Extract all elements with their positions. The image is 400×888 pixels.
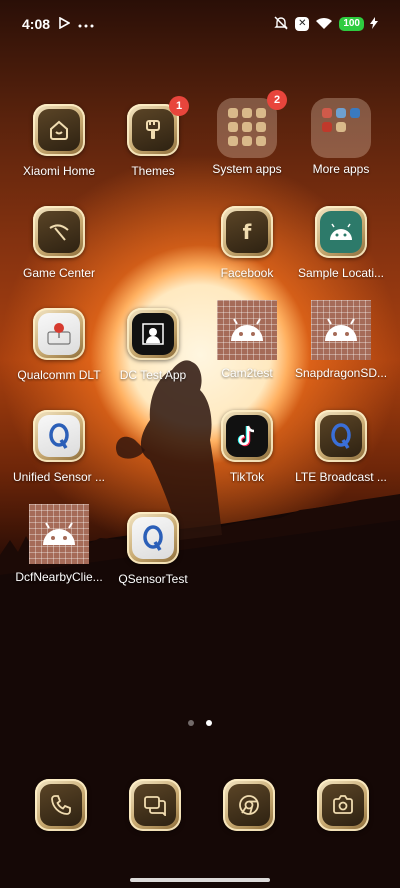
- app-sample-location[interactable]: Sample Locati...: [294, 206, 388, 280]
- app-label: More apps: [312, 162, 370, 176]
- app-label: Sample Locati...: [297, 266, 385, 280]
- game-center-icon: [33, 206, 85, 258]
- camera-icon[interactable]: [317, 779, 369, 831]
- status-time: 4:08: [22, 16, 51, 32]
- app-tiktok[interactable]: TikTok: [200, 410, 294, 484]
- status-bar: 4:08 ✕ 100: [0, 0, 400, 48]
- mute-bell-icon: [273, 15, 289, 34]
- battery-indicator: 100: [339, 17, 364, 31]
- paintbrush-icon: 1: [127, 96, 189, 156]
- qualcomm-q-icon: [315, 410, 367, 462]
- play-icon: [58, 16, 71, 32]
- qualcomm-q-icon: [127, 512, 179, 564]
- notification-badge: 1: [169, 96, 189, 116]
- app-label: LTE Broadcast ...: [295, 470, 387, 484]
- gesture-home-bar[interactable]: [130, 878, 270, 882]
- app-cam2test[interactable]: Cam2test: [200, 300, 294, 380]
- app-label: DcfNearbyClie...: [15, 570, 103, 584]
- wifi-icon: [315, 16, 333, 33]
- app-label: System apps: [212, 162, 282, 176]
- more-notifications-icon: [78, 16, 94, 32]
- app-game-center[interactable]: Game Center: [12, 206, 106, 280]
- app-unified-sensor[interactable]: Unified Sensor ...: [12, 410, 106, 484]
- app-label: Game Center: [22, 266, 96, 280]
- dock: [0, 779, 400, 831]
- person-icon: [127, 308, 179, 360]
- page-dot[interactable]: [188, 720, 194, 726]
- page-indicator[interactable]: [0, 720, 400, 726]
- folder-system-apps[interactable]: 2 System apps: [200, 90, 294, 176]
- app-label: DC Test App: [119, 368, 187, 382]
- app-snapdragonsd[interactable]: SnapdragonSD...: [294, 300, 388, 380]
- qualcomm-q-icon: [33, 410, 85, 462]
- app-label: Facebook: [220, 266, 274, 280]
- app-label: SnapdragonSD...: [294, 366, 388, 380]
- app-themes[interactable]: 1 Themes: [106, 96, 200, 178]
- app-label: TikTok: [229, 470, 265, 484]
- app-label: Themes: [131, 164, 175, 178]
- app-lte-broadcast[interactable]: LTE Broadcast ...: [294, 410, 388, 484]
- app-label: Cam2test: [221, 366, 273, 380]
- browser-icon[interactable]: [223, 779, 275, 831]
- app-dc-test[interactable]: DC Test App: [106, 308, 200, 382]
- xiaomi-home-icon: [33, 104, 85, 156]
- folder-icon: [311, 98, 371, 158]
- app-dcfnearby[interactable]: DcfNearbyClie...: [12, 504, 106, 584]
- app-qualcomm-dlt[interactable]: Qualcomm DLT: [12, 308, 106, 382]
- app-qsensortest[interactable]: QSensorTest: [106, 512, 200, 586]
- messages-icon[interactable]: [129, 779, 181, 831]
- app-facebook[interactable]: f Facebook: [200, 206, 294, 280]
- android-icon: [311, 300, 371, 360]
- app-label: QSensorTest: [118, 572, 188, 586]
- charging-icon: [370, 16, 378, 32]
- android-icon: [315, 206, 367, 258]
- app-label: Unified Sensor ...: [12, 470, 106, 484]
- android-icon: [217, 300, 277, 360]
- folder-more-apps[interactable]: More apps: [294, 98, 388, 176]
- page-dot-active[interactable]: [206, 720, 212, 726]
- app-xiaomi-home[interactable]: Xiaomi Home: [12, 104, 106, 178]
- phone-icon[interactable]: [35, 779, 87, 831]
- tiktok-icon: [221, 410, 273, 462]
- android-icon: [29, 504, 89, 564]
- close-box-icon: ✕: [295, 17, 310, 31]
- qualcomm-dlt-icon: [33, 308, 85, 360]
- notification-badge: 2: [267, 90, 287, 110]
- app-label: Qualcomm DLT: [17, 368, 101, 382]
- folder-icon: 2: [217, 90, 287, 158]
- facebook-icon: f: [221, 206, 273, 258]
- app-label: Xiaomi Home: [22, 164, 96, 178]
